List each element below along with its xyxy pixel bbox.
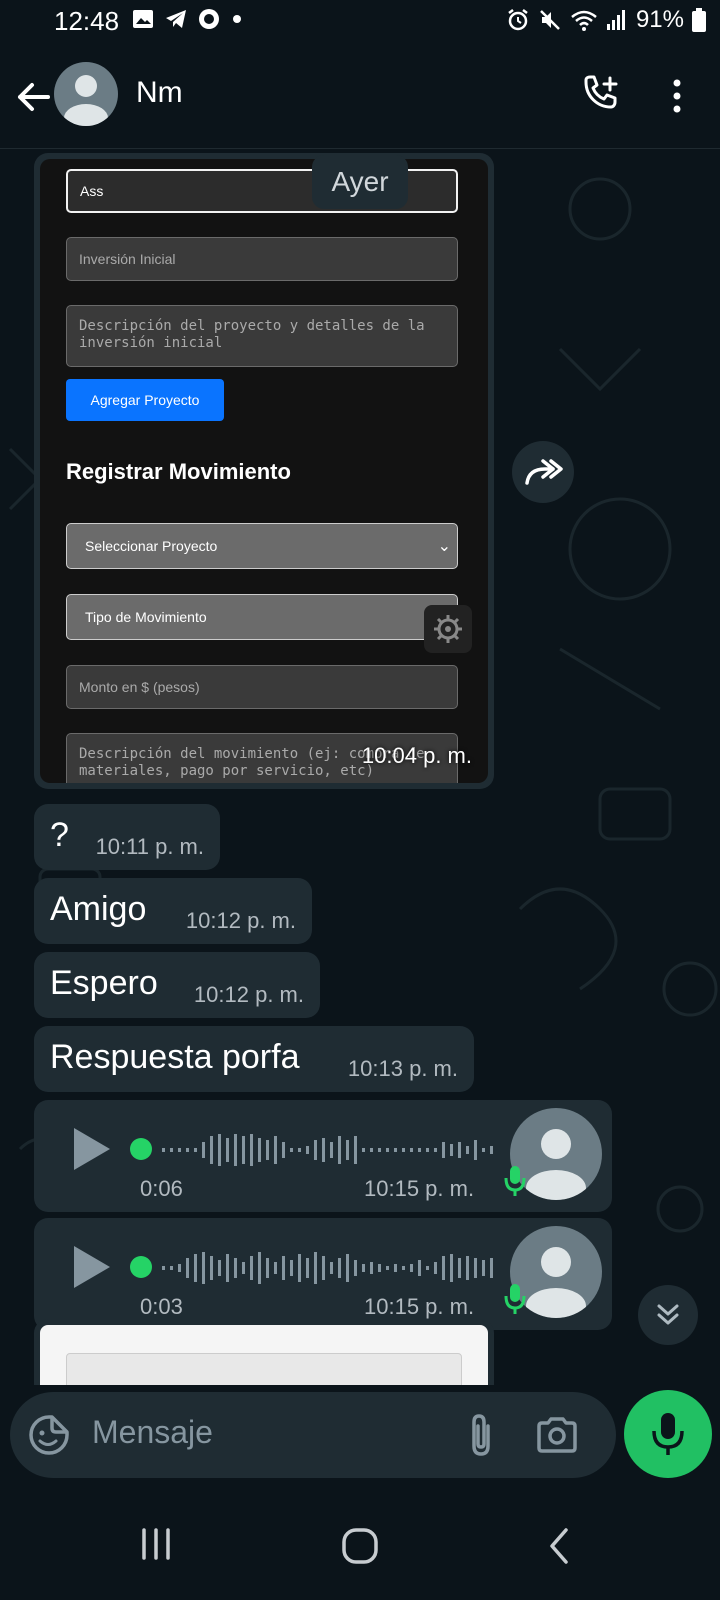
vpn-icon (199, 9, 219, 29)
status-bar: 12:48 91% (0, 0, 720, 44)
settings-gear-icon (424, 605, 472, 653)
message-input-bar[interactable]: Mensaje (10, 1392, 616, 1478)
default-avatar-icon (64, 75, 108, 126)
message-time: 10:12 p. m. (193, 982, 304, 1007)
voice-mic-icon (504, 1166, 526, 1196)
double-chevron-down-icon (657, 1304, 679, 1325)
message-bubble[interactable]: Respuesta porfa 10:13 p. m. (34, 1026, 474, 1092)
status-time: 12:48 (54, 6, 120, 36)
select-type-label: Tipo de Movimiento (85, 609, 207, 625)
image-message[interactable]: Ass Inversión Inicial Descripción del pr… (34, 153, 494, 789)
voice-duration: 0:03 (140, 1294, 183, 1319)
message-bubble[interactable]: Espero 10:12 p. m. (34, 952, 320, 1018)
system-icons: 91% (506, 6, 706, 34)
contact-avatar[interactable] (54, 62, 118, 126)
back-icon[interactable] (546, 1526, 570, 1566)
wifi-icon (571, 10, 597, 31)
play-icon[interactable] (72, 1244, 112, 1290)
home-icon[interactable] (340, 1526, 380, 1566)
alarm-icon (508, 9, 528, 31)
play-icon[interactable] (72, 1126, 112, 1172)
playback-handle[interactable] (130, 1256, 152, 1278)
voice-message[interactable]: 0:06 10:15 p. m. (34, 1100, 612, 1212)
add-call-icon[interactable] (580, 74, 620, 114)
form-select-type: Tipo de Movimiento (66, 594, 458, 640)
forward-icon (525, 459, 563, 485)
system-nav-bar (0, 1492, 720, 1600)
form-field-description: Descripción del proyecto y detalles de l… (66, 305, 458, 367)
message-text: Respuesta porfa (50, 1038, 300, 1076)
mute-icon (540, 10, 560, 30)
message-time: 10:13 p. m. (347, 1056, 458, 1081)
waveform[interactable] (160, 1132, 510, 1168)
chevron-down-icon: ⌄ (437, 538, 451, 555)
battery-icon (692, 8, 706, 32)
message-text: ? (50, 816, 69, 854)
attach-icon[interactable] (466, 1412, 496, 1458)
date-chip: Ayer (312, 155, 408, 209)
form-select-project: Seleccionar Proyecto ⌄ (66, 523, 458, 569)
form-field-amount: Monto en $ (pesos) (66, 665, 458, 709)
form-field-investment: Inversión Inicial (66, 237, 458, 281)
message-bubble[interactable]: ? 10:11 p. m. (34, 804, 220, 870)
form-field-preview (66, 1353, 462, 1385)
voice-mic-icon (504, 1284, 526, 1314)
scroll-to-bottom-button[interactable] (638, 1285, 698, 1345)
forward-button[interactable] (512, 441, 574, 503)
waveform[interactable] (160, 1250, 510, 1286)
microphone-icon (652, 1413, 684, 1455)
message-time: 10:12 p. m. (185, 908, 296, 933)
voice-message[interactable]: 0:03 10:15 p. m. (34, 1218, 612, 1330)
voice-duration: 0:06 (140, 1176, 183, 1201)
telegram-icon (166, 10, 186, 28)
message-time: 10:15 p. m. (364, 1176, 475, 1201)
screenshot-image[interactable]: Ass Inversión Inicial Descripción del pr… (40, 159, 488, 783)
camera-icon[interactable] (536, 1416, 578, 1454)
select-project-label: Seleccionar Proyecto (85, 538, 218, 554)
chat-header: Nm (0, 44, 720, 149)
playback-handle[interactable] (130, 1138, 152, 1160)
recent-apps-icon[interactable] (138, 1526, 174, 1562)
notification-icons (132, 8, 244, 30)
dot-icon (233, 15, 241, 23)
more-options-icon[interactable] (662, 76, 692, 116)
image-message-partial[interactable] (34, 1319, 494, 1385)
sticker-emoji-icon[interactable] (28, 1414, 70, 1456)
message-input[interactable]: Mensaje (92, 1414, 213, 1451)
gallery-icon (133, 10, 153, 28)
message-text: Espero (50, 964, 158, 1002)
message-text: Amigo (50, 890, 147, 928)
chat-area[interactable]: Ass Inversión Inicial Descripción del pr… (0, 149, 720, 1385)
signal-icon (606, 10, 625, 30)
message-time: 10:15 p. m. (364, 1294, 475, 1319)
message-time: 10:04 p. m. (361, 743, 472, 768)
voice-record-button[interactable] (624, 1390, 712, 1478)
contact-name[interactable]: Nm (136, 76, 183, 110)
screenshot-image-partial[interactable] (40, 1325, 488, 1385)
message-time: 10:11 p. m. (95, 834, 204, 859)
form-section-title: Registrar Movimiento (66, 459, 291, 484)
battery-percent: 91% (635, 6, 684, 33)
message-bubble[interactable]: Amigo 10:12 p. m. (34, 878, 312, 944)
form-add-project-button: Agregar Proyecto (66, 379, 224, 421)
back-arrow-icon[interactable] (14, 78, 52, 116)
